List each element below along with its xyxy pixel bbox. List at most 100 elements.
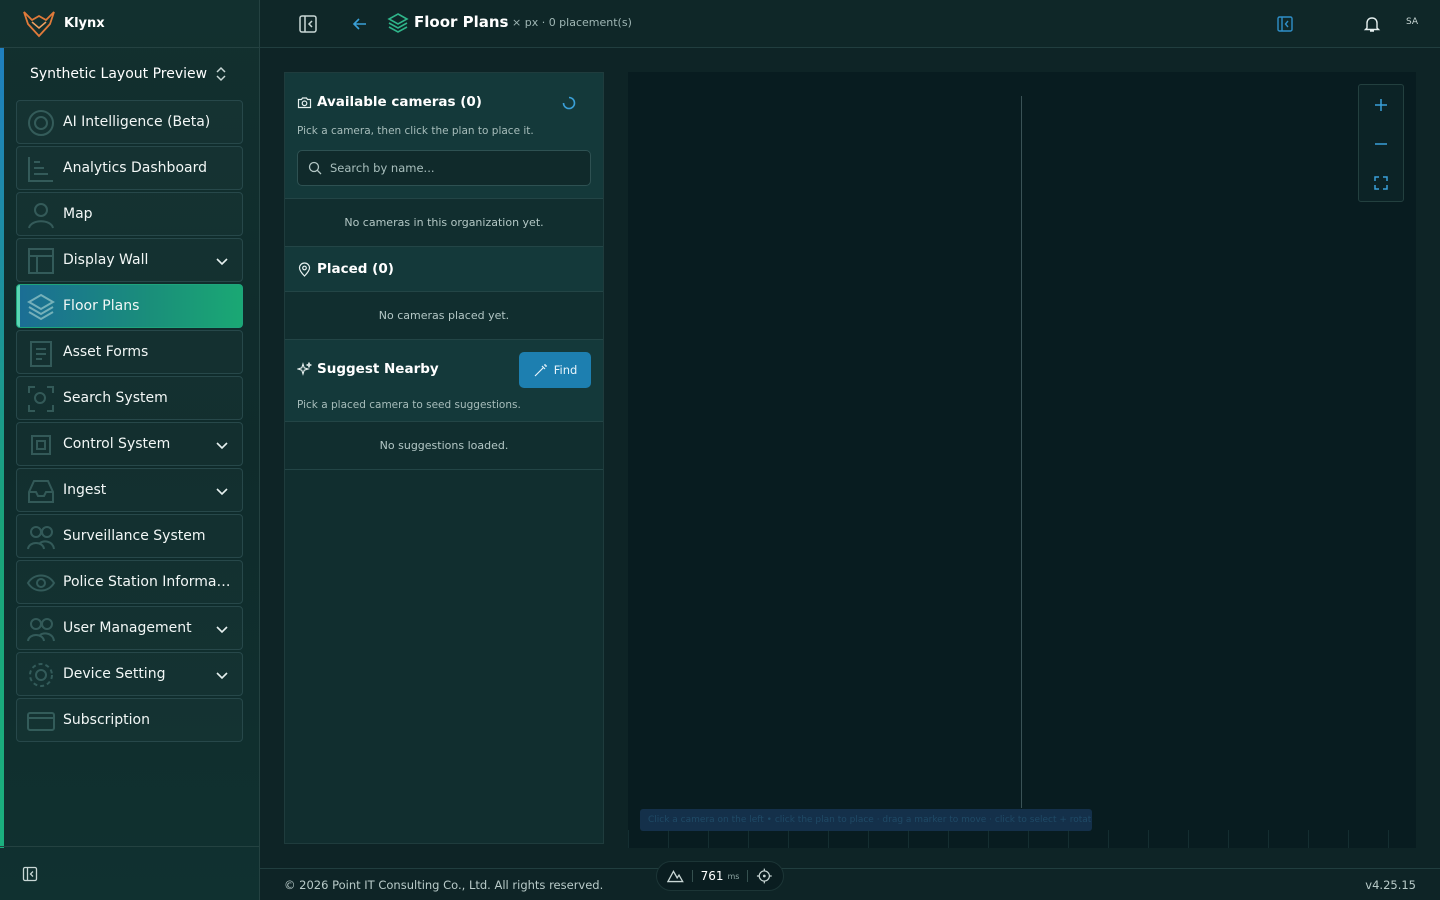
sidebar-item-surveillance-system[interactable]: Surveillance System [16,514,243,558]
collapse-sidebar-icon[interactable] [22,866,38,882]
fullscreen-icon [1374,175,1388,190]
placed-section: Placed (0) [285,247,603,292]
camera-icon [297,96,312,108]
latency-unit: ms [727,871,740,881]
sidebar-item-label: AI Intelligence (Beta) [63,114,211,130]
target-icon [28,110,54,136]
available-cameras-description: Pick a camera, then click the plan to pl… [297,125,534,137]
app-name: Klynx [64,16,105,31]
sidebar-footer [0,846,260,900]
sidebar-item-police-station-information[interactable]: Police Station Informati... [16,560,243,604]
layers-icon [27,293,55,321]
floor-plan-canvas[interactable]: Click a camera on the left • click the p… [628,72,1416,848]
zoom-out-button[interactable] [1359,124,1403,163]
page-title: Floor Plans [414,13,509,31]
sidebar-item-label: Control System [63,436,171,452]
chevron-down-icon [216,442,228,450]
chevron-down-icon [216,626,228,634]
suggestions-empty: No suggestions loaded. [285,422,603,470]
chevron-up-down-icon [216,66,226,82]
scan-search-icon [28,386,54,412]
sidebar-item-display-wall[interactable]: Display Wall [16,238,243,282]
eye-icon [26,574,56,592]
sidebar-item-label: Ingest [63,482,107,498]
zoom-controls [1358,84,1404,202]
users-icon [27,618,55,642]
sidebar-item-subscription[interactable]: Subscription [16,698,243,742]
back-arrow-icon[interactable] [350,14,370,34]
panel-toggle-icon[interactable] [1276,15,1294,33]
credit-card-icon [27,712,55,731]
zoom-in-button[interactable] [1359,85,1403,124]
canvas-hint: Click a camera on the left • click the p… [640,809,1092,831]
sidebar-item-label: Floor Plans [63,298,140,314]
sidebar-item-map[interactable]: Map [16,192,243,236]
sidebar-item-label: Display Wall [63,252,149,268]
cpu-icon [31,435,51,455]
footer: © 2026 Point IT Consulting Co., Ltd. All… [260,868,1440,900]
latency-value: 761 [700,869,724,883]
org-selector[interactable]: Synthetic Layout Preview [16,58,242,90]
sidebar-item-asset-forms[interactable]: Asset Forms [16,330,243,374]
top-bar: Floor Plans · × px · 0 placement(s) SA [260,0,1440,48]
sidebar-item-user-management[interactable]: User Management [16,606,243,650]
center-guide-line [1021,96,1022,808]
sidebar-item-device-setting[interactable]: Device Setting [16,652,243,696]
placed-heading: Placed (0) [297,261,394,277]
page-subtitle: · × px · 0 placement(s) [505,16,632,29]
inbox-icon [28,480,54,503]
fox-logo-icon [23,10,55,37]
users-icon [27,526,55,550]
user-icon [28,203,54,229]
sidebar-item-analytics-dashboard[interactable]: Analytics Dashboard [16,146,243,190]
plus-icon [1375,98,1387,111]
layout-icon [28,248,54,274]
sidebar-item-label: Asset Forms [63,344,149,360]
refresh-button[interactable] [549,87,589,119]
sidebar-item-label: Analytics Dashboard [63,160,207,176]
layers-icon [387,13,409,33]
sidebar-item-label: Surveillance System [63,528,206,544]
bell-icon[interactable] [1363,15,1381,33]
avatar[interactable]: SA [1406,17,1418,27]
org-name: Synthetic Layout Preview [30,66,208,82]
sidebar-item-ingest[interactable]: Ingest [16,468,243,512]
sidebar-item-label: Police Station Informati... [63,574,233,590]
camera-panel: Available cameras (0) Pick a camera, the… [284,72,604,844]
find-button[interactable]: Find [519,352,591,388]
crosshair-icon[interactable] [756,867,773,885]
camera-search-field[interactable] [297,150,591,186]
available-cameras-heading: Available cameras (0) [297,94,482,110]
copyright-text: © 2026 Point IT Consulting Co., Ltd. All… [284,878,604,892]
search-icon [308,161,322,175]
fit-screen-button[interactable] [1359,163,1403,202]
find-button-label: Find [553,363,578,377]
search-input[interactable] [330,161,570,175]
sidebar-item-ai-intelligence[interactable]: AI Intelligence (Beta) [16,100,243,144]
sidebar-item-floor-plans[interactable]: Floor Plans [16,284,243,328]
available-cameras-title: Available cameras (0) [317,94,482,110]
sidebar-item-label: Search System [63,390,168,406]
sidebar-item-label: User Management [63,620,192,636]
sidebar-item-search-system[interactable]: Search System [16,376,243,420]
suggest-nearby-section: Suggest Nearby Find Pick a placed camera… [285,340,603,422]
brand[interactable]: Klynx [0,0,259,48]
available-cameras-section: Available cameras (0) Pick a camera, the… [285,73,603,199]
suggest-nearby-title: Suggest Nearby [317,361,439,377]
loading-spinner-icon [562,96,576,110]
sidebar: Klynx Synthetic Layout Preview AI Intell… [0,0,260,900]
available-cameras-empty: No cameras in this organization yet. [285,199,603,247]
magic-wand-icon [534,363,547,376]
sidebar-toggle-icon[interactable] [298,14,318,34]
divider [747,870,749,882]
clipboard-icon [30,341,52,367]
latency-indicator[interactable]: 761 ms [656,861,784,891]
chart-icon [28,157,53,182]
suggest-nearby-heading: Suggest Nearby [297,361,439,377]
minus-icon [1375,142,1387,145]
map-pin-icon [298,261,311,277]
sidebar-item-label: Subscription [63,712,150,728]
chevron-down-icon [216,488,228,496]
sidebar-item-control-system[interactable]: Control System [16,422,243,466]
divider [691,870,693,882]
